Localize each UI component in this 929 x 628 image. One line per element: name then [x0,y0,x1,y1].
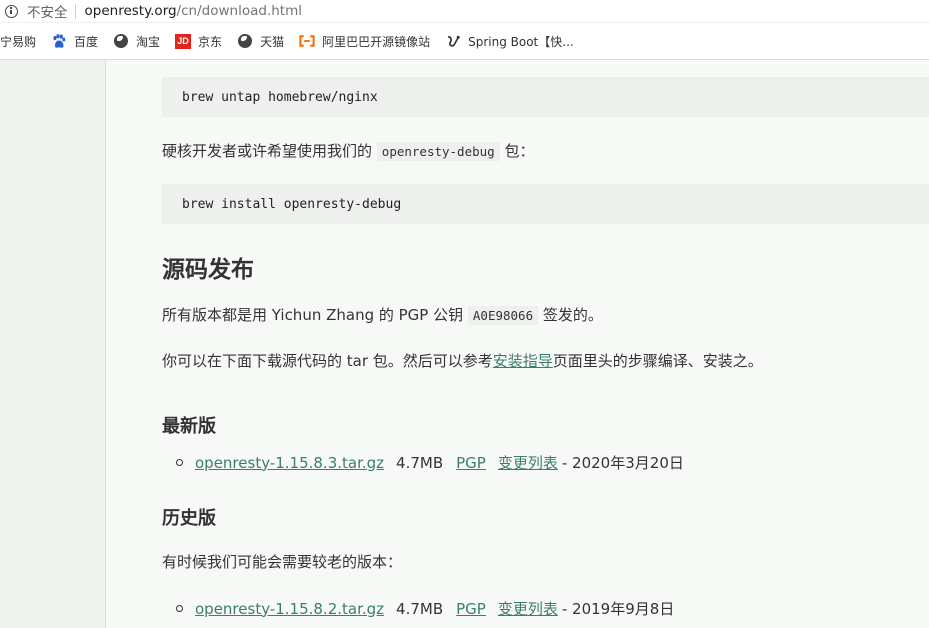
paragraph-text: 所有版本都是用 Yichun Zhang 的 PGP 公钥 [162,306,464,324]
bookmarks-bar: 宁易购 百度 淘宝 JD 京东 天猫 阿里巴巴开源镜像站 Spring Boot… [0,23,929,60]
security-label[interactable]: 不安全 [27,1,68,21]
paragraph-older: 有时候我们可能会需要较老的版本： [162,553,403,571]
bookmark-spring-boot[interactable]: Spring Boot【快... [445,33,574,50]
info-icon[interactable] [5,4,18,18]
bookmark-taobao[interactable]: 淘宝 [113,33,160,50]
list-item-older: openresty-1.15.8.2.tar.gz 4.7MB PGP 变更列表… [176,598,674,619]
bullet-icon [176,605,183,612]
heading-history: 历史版 [162,508,216,529]
bookmark-label: 百度 [74,34,99,49]
code-block-untap: brew untap homebrew/nginx [162,77,929,117]
bookmark-label: 淘宝 [136,34,161,49]
url-path[interactable]: /cn/download.html [177,3,302,19]
bookmark-label: 天猫 [260,34,285,49]
bookmark-jd[interactable]: JD 京东 [175,33,222,50]
code-line: brew install openresty-debug [182,196,402,212]
globe-icon [237,33,253,49]
bookmark-label: 阿里巴巴开源镜像站 [322,34,431,49]
paragraph-text: 硬核开发者或许希望使用我们的 [162,142,373,160]
bookmark-aliyun-mirror[interactable]: 阿里巴巴开源镜像站 [299,33,430,50]
pgp-link[interactable]: PGP [456,600,486,618]
paragraph-text: 你可以在下面下载源代码的 tar 包。然后可以参考 [162,352,493,370]
heading-source-release: 源码发布 [162,257,254,283]
url-host[interactable]: openresty.org [85,3,177,19]
changelog-link[interactable]: 变更列表 [498,452,558,473]
file-size: 4.7MB [396,599,444,618]
release-date: - 2019年9月8日 [561,600,675,618]
code-line: brew untap homebrew/nginx [182,89,378,105]
bookmark-tmall[interactable]: 天猫 [237,33,284,50]
paragraph-text: 页面里头的步骤编译、安装之。 [552,352,763,370]
bookmark-suning[interactable]: 宁易购 [0,33,36,50]
heading-latest: 最新版 [162,416,216,437]
bookmark-label: 宁易购 [0,34,37,49]
bookmark-label: Spring Boot【快... [468,34,574,49]
download-link[interactable]: openresty-1.15.8.3.tar.gz [195,454,384,472]
paragraph-pgp: 所有版本都是用 Yichun Zhang 的 PGP 公钥 A0E98066 签… [162,304,603,325]
aliyun-icon [299,33,315,49]
sidebar [0,60,106,628]
paragraph-debug: 硬核开发者或许希望使用我们的 openresty-debug 包： [162,140,534,161]
pgp-link[interactable]: PGP [456,454,486,472]
changelog-link[interactable]: 变更列表 [498,598,558,619]
main-content: brew untap homebrew/nginx 硬核开发者或许希望使用我们的… [106,60,929,628]
install-guide-link[interactable]: 安装指导 [493,352,553,370]
jd-icon: JD [175,33,192,49]
code-block-install: brew install openresty-debug [162,184,929,224]
bookmark-baidu[interactable]: 百度 [51,33,98,50]
baidu-paw-icon [51,33,67,49]
list-item-latest: openresty-1.15.8.3.tar.gz 4.7MB PGP 变更列表… [176,452,684,473]
inline-code: A0E98066 [467,306,539,325]
inline-code: openresty-debug [376,142,500,161]
spring-icon [445,33,461,49]
address-bar[interactable]: 不安全 openresty.org/cn/download.html [0,0,929,23]
release-date: - 2020年3月20日 [561,454,684,472]
file-size: 4.7MB [396,453,444,472]
paragraph-text: 包： [504,142,535,160]
bullet-icon [176,459,183,466]
divider [74,3,76,19]
download-link[interactable]: openresty-1.15.8.2.tar.gz [195,600,384,618]
globe-icon [113,33,129,49]
bookmark-label: 京东 [198,34,223,49]
paragraph-tarball: 你可以在下面下载源代码的 tar 包。然后可以参考安装指导页面里头的步骤编译、安… [162,350,763,371]
paragraph-text: 签发的。 [542,306,603,324]
